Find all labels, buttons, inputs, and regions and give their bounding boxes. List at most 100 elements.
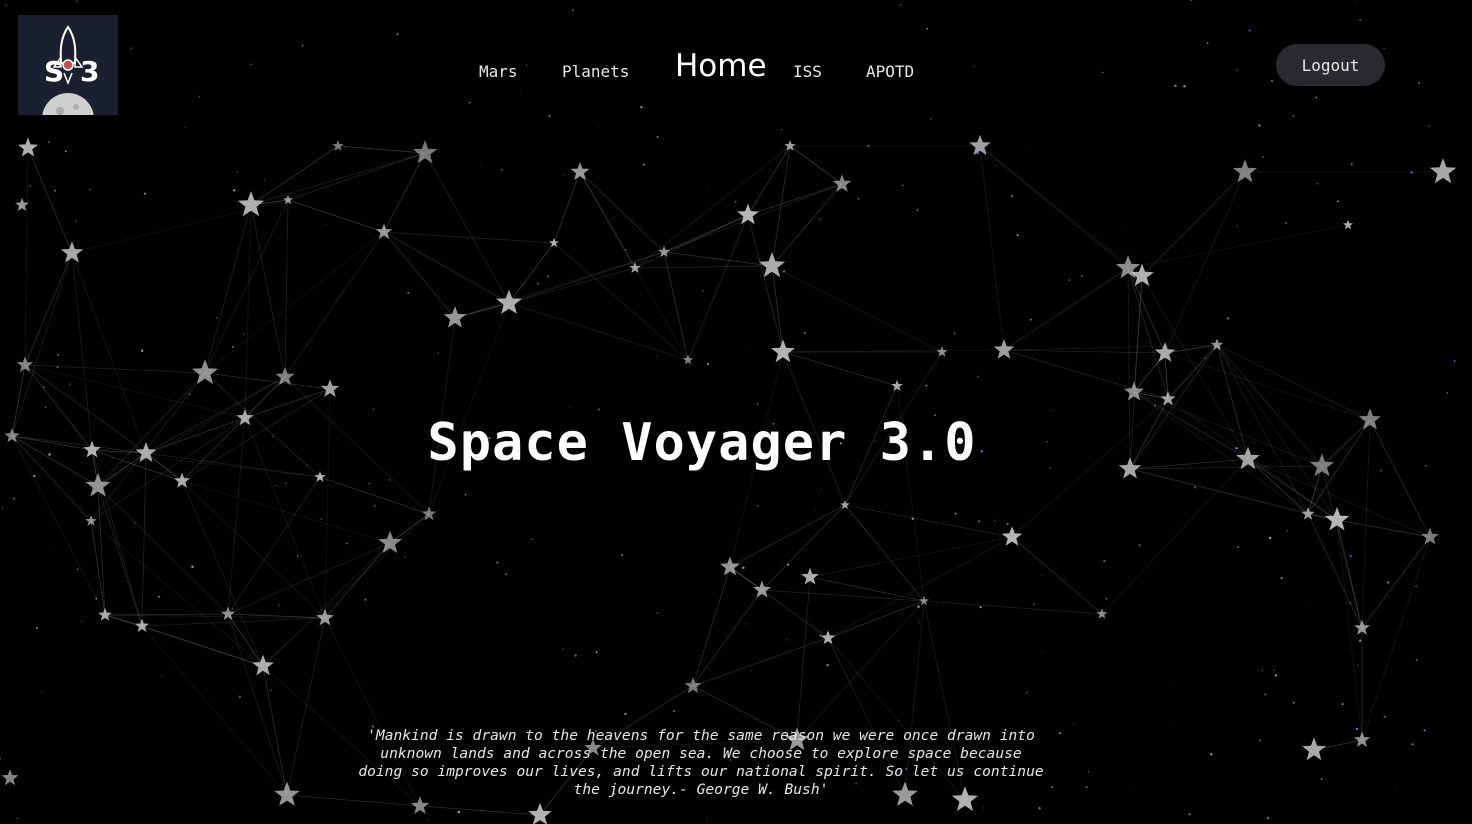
dust-star <box>29 185 31 187</box>
constellation-line <box>141 625 288 796</box>
dust-star <box>1316 182 1319 185</box>
nav-item-mars[interactable]: Mars <box>479 62 518 81</box>
star-icon <box>570 162 590 180</box>
dust-star <box>1387 581 1390 584</box>
dust-star <box>1210 753 1213 756</box>
constellation-line <box>1307 513 1363 629</box>
dust-star <box>50 547 52 549</box>
constellation-line <box>337 145 426 154</box>
dust-star <box>1038 807 1041 810</box>
dust-star <box>918 622 920 624</box>
dust-star <box>707 186 709 188</box>
star-icon <box>98 607 112 621</box>
dust-star <box>953 332 956 335</box>
dust-star <box>994 519 996 521</box>
dust-star <box>1119 226 1121 228</box>
dust-star <box>1274 674 1277 677</box>
constellation-line <box>771 265 943 353</box>
star-icon <box>1343 219 1353 230</box>
dust-star <box>278 604 281 607</box>
constellation-line <box>663 251 773 267</box>
dust-star <box>598 408 600 411</box>
dust-star <box>756 504 759 508</box>
dust-star <box>734 200 737 203</box>
nav-item-iss[interactable]: ISS <box>793 62 822 81</box>
dust-star <box>786 639 788 641</box>
dust-star <box>563 174 565 176</box>
nav-item-planets[interactable]: Planets <box>562 62 629 81</box>
dust-star <box>427 819 429 821</box>
dust-star <box>140 349 144 353</box>
dust-star <box>1169 722 1171 724</box>
dust-star <box>33 474 36 478</box>
constellation-line <box>827 600 925 639</box>
dust-star <box>285 482 287 484</box>
constellation-line <box>634 145 791 269</box>
dust-star <box>819 218 821 221</box>
constellation-line <box>1216 344 1371 421</box>
dust-star <box>1194 486 1197 489</box>
dust-star <box>751 670 753 672</box>
star-icon <box>936 346 948 357</box>
dust-star <box>901 184 904 187</box>
dust-star <box>624 712 627 715</box>
dust-star <box>819 634 822 637</box>
dust-star <box>12 497 16 500</box>
dust-star <box>270 689 273 692</box>
constellation-line <box>1011 536 1103 615</box>
star-icon <box>737 203 759 225</box>
dust-star <box>1033 603 1036 606</box>
constellation-line <box>827 536 1013 639</box>
star-icon <box>252 654 274 676</box>
dust-star <box>1259 739 1262 742</box>
dust-star <box>977 375 979 378</box>
dust-star <box>1261 669 1263 671</box>
dust-star <box>1423 729 1426 732</box>
dust-star <box>656 355 658 357</box>
dust-star <box>1280 577 1283 580</box>
dust-star <box>1236 225 1238 227</box>
dust-star <box>954 512 957 515</box>
star-icon <box>412 140 438 164</box>
dust-star <box>656 612 659 615</box>
dust-star <box>496 561 499 564</box>
dust-star <box>157 595 161 598</box>
dust-star <box>388 479 391 481</box>
constellation-line <box>663 251 689 361</box>
nav-item-apotd[interactable]: APOTD <box>866 62 914 81</box>
dust-star <box>466 238 468 240</box>
constellation-line <box>634 265 773 269</box>
constellation-line <box>389 513 430 544</box>
star-icon <box>1210 338 1224 351</box>
star-icon <box>135 618 149 632</box>
constellation-line <box>747 214 784 353</box>
dust-star <box>1415 585 1418 588</box>
constellation-line <box>1361 536 1431 629</box>
dust-star <box>1262 155 1265 158</box>
dust-star <box>407 291 410 295</box>
dust-star <box>243 333 245 335</box>
constellation-line <box>634 214 749 269</box>
dust-star <box>57 353 59 356</box>
constellation-line <box>692 637 829 687</box>
dust-star <box>537 282 539 285</box>
constellation-line <box>24 147 29 366</box>
star-icon <box>629 262 641 273</box>
dust-star <box>47 141 50 144</box>
dust-star <box>1050 410 1052 411</box>
nav-item-home[interactable]: Home <box>675 48 767 84</box>
dust-star <box>1237 546 1240 548</box>
dust-star <box>1138 543 1141 547</box>
star-icon <box>1421 527 1439 545</box>
dust-star <box>1285 221 1288 225</box>
dust-star <box>756 403 759 405</box>
constellation-line <box>692 566 731 687</box>
dust-star <box>1309 601 1310 602</box>
dust-star <box>238 695 241 698</box>
constellation-line <box>284 231 385 378</box>
constellation-line <box>1164 352 1169 400</box>
dust-star <box>480 165 482 167</box>
page-title: Space Voyager 3.0 <box>427 412 977 473</box>
dust-star <box>88 188 92 191</box>
constellation-line <box>104 613 229 616</box>
